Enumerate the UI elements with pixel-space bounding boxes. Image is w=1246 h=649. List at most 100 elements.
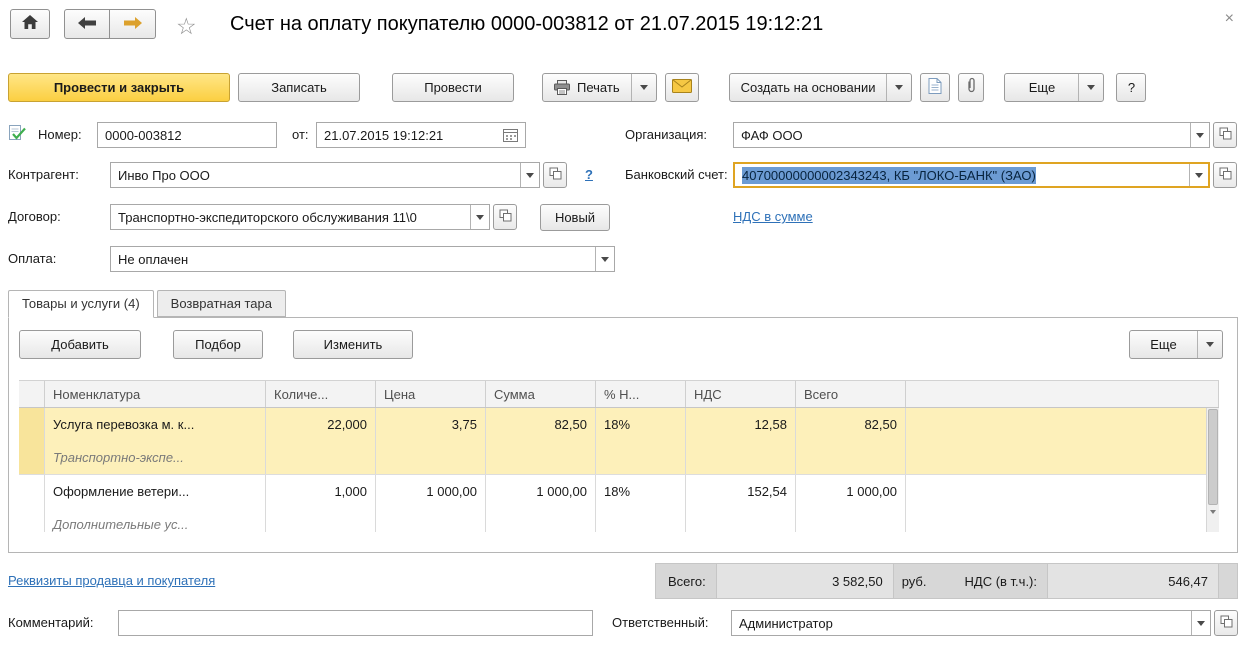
back-button[interactable] bbox=[64, 9, 110, 39]
cell-empty bbox=[686, 508, 796, 532]
header-price: Цена bbox=[376, 381, 486, 407]
header-total: Всего bbox=[796, 381, 906, 407]
organization-dropdown-arrow[interactable] bbox=[1190, 123, 1209, 147]
help-button[interactable]: ? bbox=[1116, 72, 1147, 102]
row-marker-cell bbox=[19, 475, 45, 508]
email-button[interactable] bbox=[664, 72, 699, 102]
totals-bar: Всего: 3 582,50 руб. НДС (в т.ч.): 546,4… bbox=[655, 563, 1238, 599]
contract-open-button[interactable] bbox=[493, 204, 517, 230]
cell-filler bbox=[906, 441, 1219, 474]
create-on-base-button[interactable]: Создать на основании bbox=[728, 72, 913, 102]
contractor-open-button[interactable] bbox=[543, 162, 567, 188]
number-label: Номер: bbox=[38, 127, 82, 142]
item-detail-row[interactable]: Дополнительные ус... bbox=[19, 508, 1219, 532]
header-marker-cell bbox=[19, 381, 45, 407]
item-detail-row[interactable]: Транспортно-экспе... bbox=[19, 441, 1219, 474]
cell-vat[interactable]: 12,58 bbox=[686, 408, 796, 441]
contractor-dropdown-arrow[interactable] bbox=[520, 163, 539, 187]
post-button[interactable]: Провести bbox=[392, 72, 514, 102]
header-sum: Сумма bbox=[486, 381, 596, 407]
contractor-field[interactable]: Инво Про ООО bbox=[110, 162, 540, 188]
cell-empty bbox=[266, 441, 376, 474]
create-on-base-dropdown-arrow[interactable] bbox=[886, 73, 911, 101]
home-button[interactable] bbox=[10, 9, 50, 39]
cell-empty bbox=[796, 508, 906, 532]
table-row[interactable]: Оформление ветери... 1,000 1 000,00 1 00… bbox=[19, 475, 1219, 532]
contractor-help-link[interactable]: ? bbox=[585, 162, 593, 188]
attachments-button[interactable] bbox=[958, 72, 985, 102]
items-more-button[interactable]: Еще bbox=[1129, 330, 1223, 359]
responsible-dropdown-arrow[interactable] bbox=[1191, 611, 1210, 635]
more-button[interactable]: Еще bbox=[1004, 72, 1105, 102]
add-row-button[interactable]: Добавить bbox=[19, 330, 141, 359]
table-scrollbar[interactable] bbox=[1206, 408, 1219, 532]
post-and-close-button[interactable]: Провести и закрыть bbox=[8, 72, 230, 102]
print-dropdown-arrow[interactable] bbox=[630, 73, 656, 101]
cell-nomenclature[interactable]: Оформление ветери... bbox=[45, 475, 266, 508]
new-contract-button[interactable]: Новый bbox=[540, 204, 610, 231]
organization-open-button[interactable] bbox=[1213, 122, 1237, 148]
cell-vat-rate[interactable]: 18% bbox=[596, 408, 686, 441]
bank-account-dropdown-arrow[interactable] bbox=[1189, 164, 1208, 186]
tab-returnable-packaging[interactable]: Возвратная тара bbox=[156, 290, 286, 317]
cell-service-detail[interactable]: Транспортно-экспе... bbox=[45, 441, 266, 474]
vat-in-sum-link[interactable]: НДС в сумме bbox=[733, 204, 813, 230]
cell-empty bbox=[796, 441, 906, 474]
scrollbar-down-arrow[interactable] bbox=[1210, 510, 1216, 529]
contractor-value: Инво Про ООО bbox=[118, 167, 210, 183]
create-on-base-label: Создать на основании bbox=[740, 79, 876, 95]
forward-arrow-icon bbox=[123, 16, 142, 32]
date-field[interactable]: 21.07.2015 19:12:21 bbox=[316, 122, 526, 148]
cell-price[interactable]: 3,75 bbox=[376, 408, 486, 441]
tab-goods-services[interactable]: Товары и услуги (4) bbox=[8, 290, 154, 318]
responsible-open-button[interactable] bbox=[1214, 610, 1238, 636]
document-saved-icon bbox=[8, 124, 26, 145]
comment-field[interactable] bbox=[118, 610, 593, 636]
responsible-field[interactable]: Администратор bbox=[731, 610, 1211, 636]
cell-vat[interactable]: 152,54 bbox=[686, 475, 796, 508]
close-icon[interactable]: × bbox=[1225, 10, 1234, 28]
paperclip-icon bbox=[967, 77, 976, 97]
main-toolbar: Провести и закрыть Записать Провести Печ… bbox=[8, 72, 1238, 102]
seller-buyer-details-link[interactable]: Реквизиты продавца и покупателя bbox=[8, 563, 215, 599]
bank-account-open-button[interactable] bbox=[1213, 162, 1237, 188]
open-form-icon bbox=[1219, 167, 1232, 183]
cell-sum[interactable]: 1 000,00 bbox=[486, 475, 596, 508]
organization-field[interactable]: ФАФ ООО bbox=[733, 122, 1210, 148]
cell-total[interactable]: 1 000,00 bbox=[796, 475, 906, 508]
cell-nomenclature[interactable]: Услуга перевозка м. к... bbox=[45, 408, 266, 441]
form-row-number: Номер: 0000-003812 от: 21.07.2015 19:12:… bbox=[0, 122, 1246, 148]
print-button[interactable]: Печать bbox=[542, 72, 657, 102]
number-field[interactable]: 0000-003812 bbox=[97, 122, 277, 148]
contract-dropdown-arrow[interactable] bbox=[470, 205, 489, 229]
bank-account-field[interactable]: 40700000000002343243, КБ "ЛОКО-БАНК" (ЗА… bbox=[733, 162, 1210, 188]
currency-label: руб. bbox=[901, 573, 927, 589]
edit-row-button[interactable]: Изменить bbox=[293, 330, 413, 359]
save-button[interactable]: Записать bbox=[238, 72, 360, 102]
forward-button[interactable] bbox=[110, 9, 156, 39]
scrollbar-thumb[interactable] bbox=[1208, 409, 1218, 505]
tab-bar: Товары и услуги (4) Возвратная тара bbox=[8, 290, 289, 318]
contract-field[interactable]: Транспортно-экспедиторского обслуживания… bbox=[110, 204, 490, 230]
cell-quantity[interactable]: 22,000 bbox=[266, 408, 376, 441]
envelope-icon bbox=[671, 78, 692, 96]
payment-field[interactable]: Не оплачен bbox=[110, 246, 615, 272]
more-dropdown-arrow[interactable] bbox=[1078, 73, 1103, 101]
item-main-row[interactable]: Услуга перевозка м. к... 22,000 3,75 82,… bbox=[19, 408, 1219, 441]
cell-vat-rate[interactable]: 18% bbox=[596, 475, 686, 508]
cell-sum[interactable]: 82,50 bbox=[486, 408, 596, 441]
pick-items-button[interactable]: Подбор bbox=[173, 330, 263, 359]
items-more-dropdown-arrow[interactable] bbox=[1197, 331, 1222, 358]
cell-service-detail[interactable]: Дополнительные ус... bbox=[45, 508, 266, 532]
table-row[interactable]: Услуга перевозка м. к... 22,000 3,75 82,… bbox=[19, 408, 1219, 475]
calendar-icon[interactable] bbox=[497, 128, 518, 142]
payment-value: Не оплачен bbox=[118, 251, 189, 267]
item-main-row[interactable]: Оформление ветери... 1,000 1 000,00 1 00… bbox=[19, 475, 1219, 508]
cell-price[interactable]: 1 000,00 bbox=[376, 475, 486, 508]
document-report-button[interactable] bbox=[920, 72, 951, 102]
cell-quantity[interactable]: 1,000 bbox=[266, 475, 376, 508]
contractor-label: Контрагент: bbox=[8, 167, 79, 182]
payment-dropdown-arrow[interactable] bbox=[595, 247, 614, 271]
favorite-star-icon[interactable]: ☆ bbox=[176, 11, 197, 41]
cell-total[interactable]: 82,50 bbox=[796, 408, 906, 441]
